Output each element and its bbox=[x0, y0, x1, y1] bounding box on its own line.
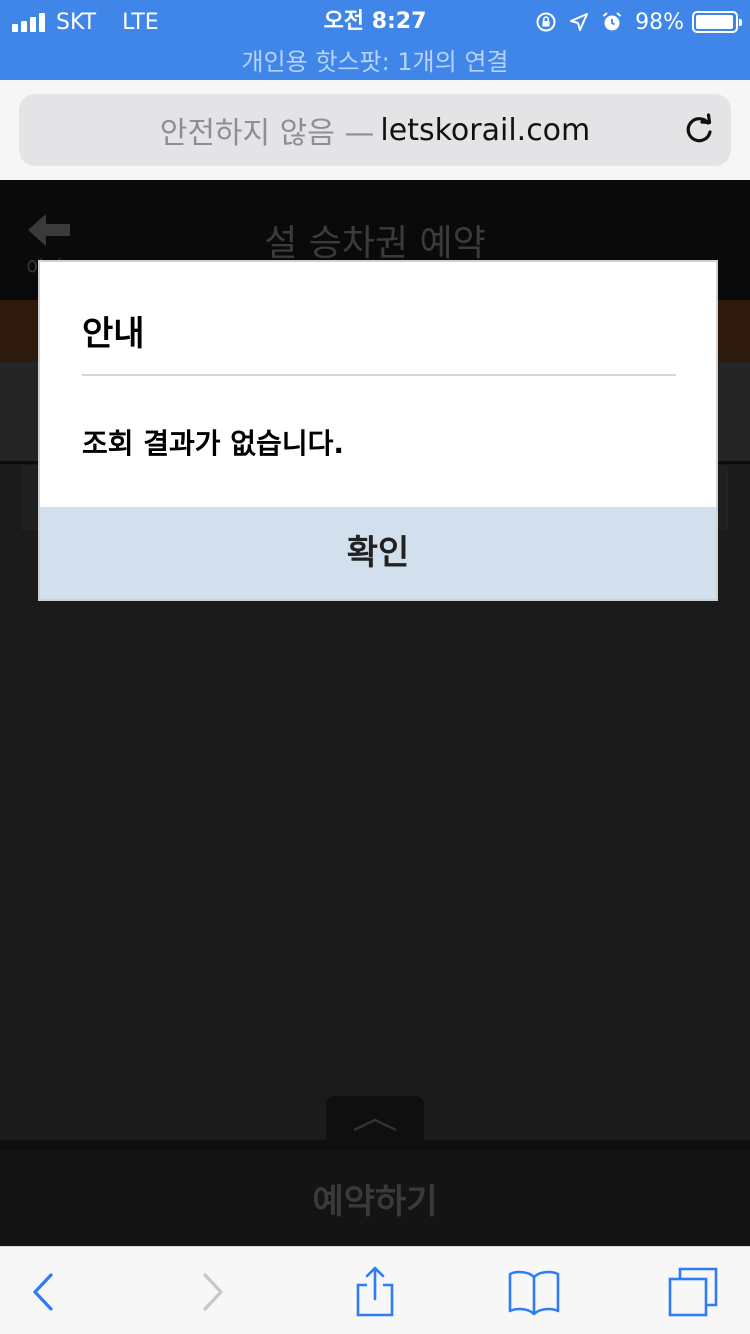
dialog-message: 조회 결과가 없습니다. bbox=[82, 427, 344, 460]
reserve-button[interactable]: 예약하기 bbox=[0, 1150, 750, 1246]
page-title: 설 승차권 예약 bbox=[264, 223, 486, 264]
confirm-button[interactable]: 확인 bbox=[40, 507, 716, 599]
reload-icon[interactable] bbox=[681, 112, 717, 148]
hotspot-banner[interactable]: 개인용 핫스팟: 1개의 연결 bbox=[0, 42, 750, 77]
book-icon[interactable] bbox=[504, 1265, 564, 1319]
rotation-lock-icon bbox=[536, 12, 556, 32]
alarm-icon bbox=[602, 12, 622, 31]
url-domain: letskorail.com bbox=[380, 112, 591, 148]
status-bar: SKT LTE 오전 8:27 98% 개인용 핫스팟: 1개의 연결 bbox=[0, 0, 750, 80]
chevron-right-icon[interactable] bbox=[182, 1265, 242, 1319]
dialog-divider bbox=[82, 374, 676, 376]
chevron-up-icon bbox=[353, 1118, 397, 1132]
dialog-title: 안내 bbox=[82, 314, 145, 354]
drawer-bar bbox=[0, 1140, 750, 1150]
address-bar: 안전하지 않음 — letskorail.com bbox=[0, 80, 750, 180]
alert-dialog: 안내 조회 결과가 없습니다. 확인 bbox=[38, 260, 718, 601]
url-field[interactable]: 안전하지 않음 — letskorail.com bbox=[19, 94, 731, 166]
location-arrow-icon bbox=[570, 13, 589, 31]
reserve-button-label: 예약하기 bbox=[312, 1181, 438, 1222]
share-icon[interactable] bbox=[345, 1265, 405, 1319]
chevron-left-icon[interactable] bbox=[14, 1265, 74, 1319]
browser-toolbar bbox=[0, 1246, 750, 1334]
battery-percent: 98% bbox=[635, 9, 684, 35]
battery-icon bbox=[692, 11, 742, 33]
not-secure-label: 안전하지 않음 — bbox=[159, 116, 375, 151]
drawer-handle[interactable] bbox=[326, 1096, 424, 1142]
tabs-icon[interactable] bbox=[664, 1265, 724, 1319]
